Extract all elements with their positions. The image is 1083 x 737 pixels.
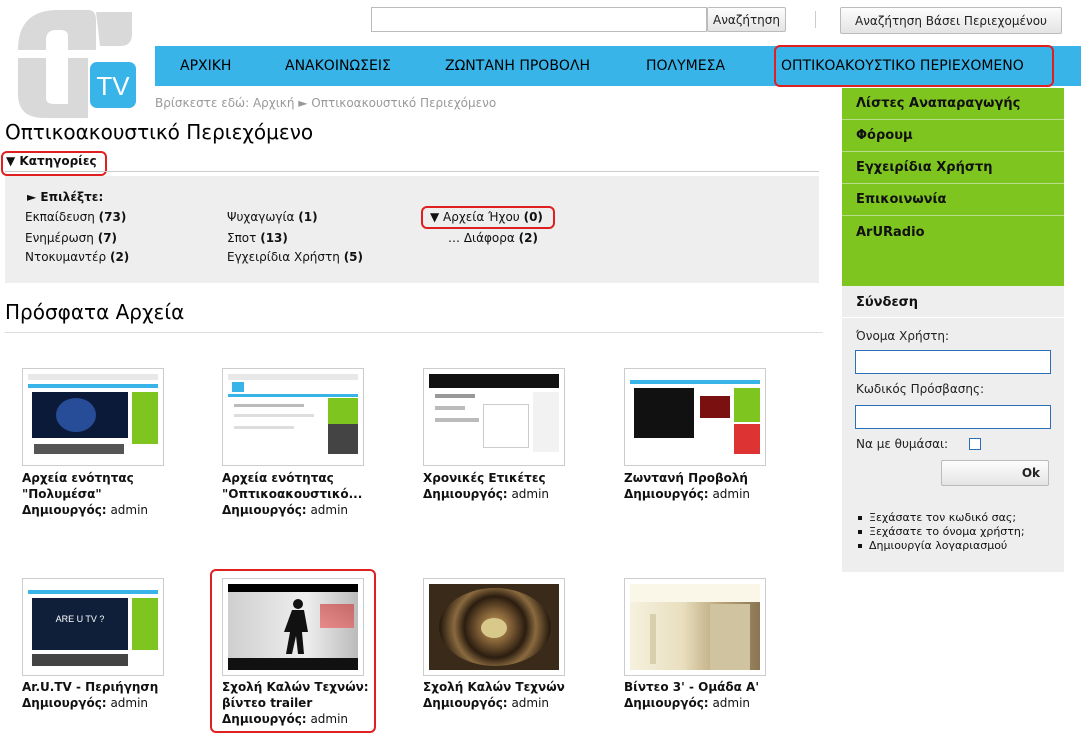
- categories-choose-label: ► Επιλέξτε:: [27, 190, 104, 204]
- bullet-icon: [858, 544, 862, 548]
- file-creator: Δημιουργός: admin: [22, 503, 149, 517]
- category-documentary[interactable]: Ντοκυμαντέρ (2): [25, 250, 129, 264]
- remember-label: Να με θυμάσαι:: [856, 437, 949, 451]
- categories-panel: [5, 176, 819, 283]
- password-input[interactable]: [855, 405, 1051, 429]
- sidebar-item-user-manuals[interactable]: Εγχειρίδια Χρήστη: [842, 152, 1064, 184]
- sidebar-item-playlists[interactable]: Λίστες Αναπαραγωγής: [842, 88, 1064, 120]
- category-education[interactable]: Εκπαίδευση (73): [25, 210, 126, 224]
- divider: [5, 171, 819, 172]
- file-card[interactable]: Σχολή Καλών Τεχνών Δημιουργός: admin: [423, 679, 565, 711]
- sidebar-item-contact[interactable]: Επικοινωνία: [842, 184, 1064, 216]
- file-thumbnail[interactable]: [423, 368, 565, 466]
- file-title[interactable]: Σχολή Καλών Τεχνών: [423, 679, 565, 695]
- nav-item-home[interactable]: ΑΡΧΙΚΗ: [180, 46, 231, 86]
- password-label: Κωδικός Πρόσβασης:: [856, 382, 985, 396]
- bullet-icon: [858, 530, 862, 534]
- file-creator: Δημιουργός: admin: [423, 487, 550, 501]
- nav-item-multimedia[interactable]: ΠΟΛΥΜΕΣΑ: [646, 46, 725, 86]
- nav-item-announcements[interactable]: ΑΝΑΚΟΙΝΩΣΕΙΣ: [285, 46, 391, 86]
- file-title[interactable]: Βίντεο 3' - Ομάδα Α': [624, 679, 759, 695]
- file-thumbnail[interactable]: [222, 368, 364, 466]
- page-title: Οπτικοακουστικό Περιεχόμενο: [5, 120, 314, 144]
- thumbnail-caption: ARE U TV ?: [55, 614, 105, 624]
- audio-files-highlight-annotation: [421, 206, 555, 229]
- file-card[interactable]: Σχολή Καλών Τεχνών: βίντεο trailer Δημιο…: [222, 679, 369, 727]
- file-creator: Δημιουργός: admin: [222, 503, 349, 517]
- header-divider: [815, 11, 816, 28]
- file-card[interactable]: Βίντεο 3' - Ομάδα Α' Δημιουργός: admin: [624, 679, 759, 711]
- file-title[interactable]: Αρχεία ενότητας: [222, 470, 362, 486]
- recent-files-title: Πρόσφατα Αρχεία: [5, 300, 185, 324]
- file-title-line2[interactable]: "Πολυμέσα": [22, 486, 148, 502]
- login-ok-button[interactable]: Ok: [941, 460, 1049, 486]
- remember-checkbox[interactable]: [969, 438, 981, 450]
- username-label: Όνομα Χρήστη:: [856, 329, 950, 343]
- file-creator: Δημιουργός: admin: [222, 712, 349, 726]
- logo-graphic: TV: [18, 10, 136, 118]
- file-card[interactable]: Αρχεία ενότητας "Οπτικοακουστικό... Δημι…: [222, 470, 362, 518]
- file-creator: Δημιουργός: admin: [624, 696, 751, 710]
- svg-text:TV: TV: [96, 71, 130, 101]
- forgot-username-link[interactable]: Ξεχάσατε το όνομα χρήστη;: [858, 525, 1025, 538]
- content-search-button[interactable]: Αναζήτηση Βάσει Περιεχομένου: [840, 7, 1062, 34]
- divider: [842, 317, 1064, 318]
- file-thumbnail[interactable]: [624, 578, 766, 676]
- arutv-logo[interactable]: TV: [10, 6, 138, 122]
- create-account-link[interactable]: Δημιουργία λογαριασμού: [858, 539, 1007, 552]
- file-card[interactable]: Ar.U.TV - Περιήγηση Δημιουργός: admin: [22, 679, 158, 711]
- nav-highlight-annotation: [774, 45, 1054, 87]
- divider: [5, 332, 823, 333]
- file-title[interactable]: Ζωντανή Προβολή: [624, 470, 750, 486]
- file-title-line2[interactable]: "Οπτικοακουστικό...: [222, 486, 362, 502]
- search-button[interactable]: Αναζήτηση: [707, 7, 786, 32]
- file-card[interactable]: Ζωντανή Προβολή Δημιουργός: admin: [624, 470, 750, 502]
- forgot-password-link[interactable]: Ξεχάσατε τον κωδικό σας;: [858, 511, 1016, 524]
- category-user-manuals[interactable]: Εγχειρίδια Χρήστη (5): [227, 250, 363, 264]
- file-creator: Δημιουργός: admin: [624, 487, 751, 501]
- file-thumbnail[interactable]: [624, 368, 766, 466]
- category-entertainment[interactable]: Ψυχαγωγία (1): [227, 210, 318, 224]
- file-creator: Δημιουργός: admin: [423, 696, 550, 710]
- file-creator: Δημιουργός: admin: [22, 696, 149, 710]
- sidebar-item-forum[interactable]: Φόρουμ: [842, 120, 1064, 152]
- breadcrumb: Βρίσκεστε εδώ: Αρχική ► Οπτικοακουστικό …: [155, 96, 497, 110]
- category-misc[interactable]: … Διάφορα (2): [448, 231, 538, 245]
- username-input[interactable]: [855, 350, 1051, 374]
- file-title-line2[interactable]: βίντεο trailer: [222, 695, 369, 711]
- file-thumbnail[interactable]: ARE U TV ?: [22, 578, 164, 676]
- file-title[interactable]: Αρχεία ενότητας: [22, 470, 148, 486]
- login-title: Σύνδεση: [856, 295, 919, 310]
- file-title[interactable]: Χρονικές Ετικέτες: [423, 470, 549, 486]
- category-news[interactable]: Ενημέρωση (7): [25, 231, 117, 245]
- category-spots[interactable]: Σποτ (13): [227, 231, 288, 245]
- search-input[interactable]: [371, 7, 707, 32]
- file-thumbnail[interactable]: [423, 578, 565, 676]
- bullet-icon: [858, 516, 862, 520]
- file-card[interactable]: Χρονικές Ετικέτες Δημιουργός: admin: [423, 470, 549, 502]
- file-title[interactable]: Σχολή Καλών Τεχνών:: [222, 679, 369, 695]
- nav-item-live[interactable]: ΖΩΝΤΑΝΗ ΠΡΟΒΟΛΗ: [445, 46, 590, 86]
- sidebar-item-aruradio[interactable]: ArURadio: [842, 216, 1064, 248]
- file-card[interactable]: Αρχεία ενότητας "Πολυμέσα" Δημιουργός: a…: [22, 470, 148, 518]
- categories-highlight-annotation: [1, 151, 107, 176]
- file-title[interactable]: Ar.U.TV - Περιήγηση: [22, 679, 158, 695]
- file-thumbnail[interactable]: [22, 368, 164, 466]
